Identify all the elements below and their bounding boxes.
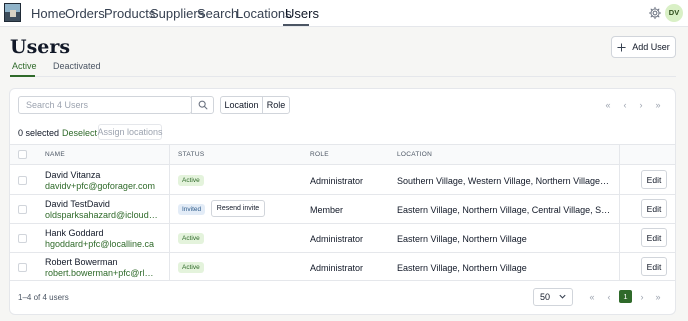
gear-icon[interactable] [648, 6, 662, 20]
user-avatar[interactable]: DV [665, 4, 683, 22]
column-header-status: STATUS [178, 151, 205, 158]
next-page-icon[interactable]: › [634, 98, 648, 112]
table-header [10, 144, 675, 165]
user-email[interactable]: hgoddard+pfc@localline.ca [45, 239, 154, 249]
edit-user-button[interactable]: Edit [641, 170, 667, 189]
status-badge: Invited [178, 204, 206, 215]
search-icon [198, 100, 207, 110]
previous-page-icon[interactable]: ‹ [602, 290, 616, 304]
row-divider [10, 194, 675, 195]
row-divider [10, 280, 675, 281]
user-name: David Vitanza [45, 170, 101, 180]
column-header-location: LOCATION [397, 151, 433, 158]
results-count: 1–4 of 4 users [18, 293, 69, 302]
deselect-link[interactable]: Deselect [62, 128, 97, 138]
user-email[interactable]: oldsparksahazard@icloud.com [45, 210, 160, 220]
page-size-value: 50 [540, 292, 551, 302]
nav-item-users[interactable]: Users [285, 6, 319, 21]
active-tab-indicator [10, 75, 35, 77]
add-user-label: Add User [632, 42, 670, 52]
user-name: Robert Bowerman [45, 257, 118, 267]
current-page-button[interactable]: 1 [619, 290, 632, 303]
user-role: Administrator [310, 176, 364, 186]
user-locations: Southern Village, Western Village, North… [397, 176, 611, 186]
row-divider [10, 223, 675, 224]
column-header-name: NAME [45, 151, 65, 158]
row-checkbox[interactable] [18, 263, 27, 272]
page-size-select[interactable]: 50 [533, 288, 573, 306]
brand-logo[interactable] [4, 3, 21, 22]
edit-user-button[interactable]: Edit [641, 228, 667, 247]
active-nav-indicator [283, 24, 309, 26]
user-role: Member [310, 205, 344, 215]
search-field[interactable] [18, 96, 192, 114]
tab-deactivated[interactable]: Deactivated [53, 61, 101, 71]
user-locations: Eastern Village, Northern Village [397, 263, 527, 273]
search-button[interactable] [191, 96, 214, 114]
nav-item-products[interactable]: Products [104, 6, 155, 21]
first-page-icon[interactable]: « [601, 98, 615, 112]
user-role: Administrator [310, 263, 364, 273]
user-name: Hank Goddard [45, 228, 104, 238]
column-header-role: ROLE [310, 151, 329, 158]
row-divider [10, 252, 675, 253]
row-checkbox[interactable] [18, 234, 27, 243]
user-locations: Eastern Village, Northern Village [397, 234, 527, 244]
column-divider [619, 144, 620, 280]
user-locations: Eastern Village, Northern Village, Centr… [397, 205, 611, 215]
user-email[interactable]: davidv+pfc@goforager.com [45, 181, 155, 191]
nav-item-search[interactable]: Search [197, 6, 238, 21]
location-filter-button[interactable]: Location [220, 96, 263, 114]
status-badge: Active [178, 262, 204, 273]
user-role: Administrator [310, 234, 364, 244]
plus-icon [617, 42, 626, 52]
chevron-down-icon [559, 294, 566, 299]
user-email[interactable]: robert.bowerman+pfc@rlmicrosystems.com [45, 268, 160, 278]
role-filter-button[interactable]: Role [262, 96, 290, 114]
last-page-icon[interactable]: » [651, 290, 665, 304]
next-page-icon[interactable]: › [635, 290, 649, 304]
nav-item-locations[interactable]: Locations [236, 6, 292, 21]
assign-locations-button[interactable]: Assign locations [97, 124, 163, 140]
add-user-button[interactable]: Add User [611, 36, 676, 58]
column-divider [169, 144, 170, 280]
last-page-icon[interactable]: » [651, 98, 665, 112]
first-page-icon[interactable]: « [585, 290, 599, 304]
nav-item-orders[interactable]: Orders [65, 6, 105, 21]
tab-active[interactable]: Active [12, 61, 37, 71]
resend-invite-button[interactable]: Resend invite [211, 200, 265, 217]
status-badge: Active [178, 233, 204, 244]
tabs-divider [10, 76, 676, 77]
previous-page-icon[interactable]: ‹ [618, 98, 632, 112]
select-all-checkbox[interactable] [18, 150, 27, 159]
row-checkbox[interactable] [18, 205, 27, 214]
edit-user-button[interactable]: Edit [641, 257, 667, 276]
status-badge: Active [178, 175, 204, 186]
page-title: Users [10, 36, 71, 58]
selected-count: 0 selected [18, 128, 60, 138]
search-input[interactable] [19, 97, 191, 113]
user-name: David TestDavid [45, 199, 110, 209]
nav-item-home[interactable]: Home [31, 6, 66, 21]
edit-user-button[interactable]: Edit [641, 199, 667, 218]
row-checkbox[interactable] [18, 176, 27, 185]
